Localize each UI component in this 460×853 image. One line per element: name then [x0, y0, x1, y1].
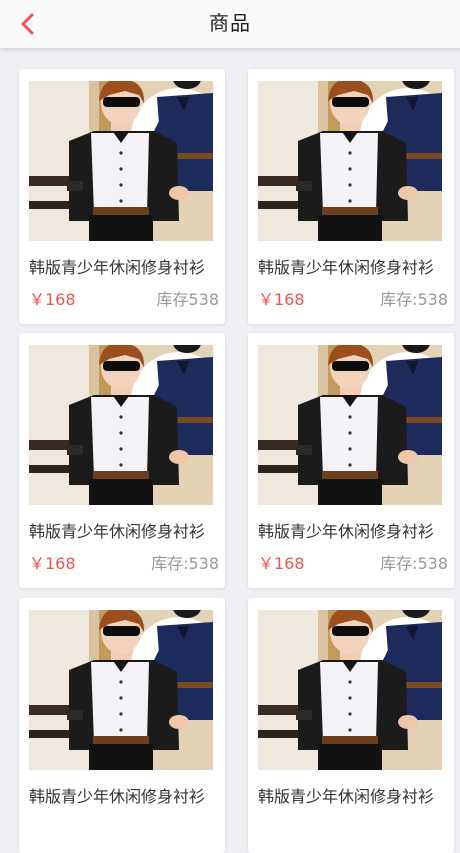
product-card[interactable]: 韩版青少年休闲修身衬衫 ￥168 库存538: [19, 69, 225, 324]
product-name: 韩版青少年休闲修身衬衫: [258, 258, 435, 277]
product-name: 韩版青少年休闲修身衬衫: [258, 787, 435, 806]
product-photo[interactable]: [258, 345, 442, 505]
product-price: ￥168: [29, 290, 76, 309]
product-stock: 库存:538: [151, 554, 219, 573]
product-price: ￥168: [258, 554, 305, 573]
product-name: 韩版青少年休闲修身衬衫: [29, 258, 206, 277]
product-card[interactable]: 韩版青少年休闲修身衬衫: [248, 598, 454, 853]
product-photo[interactable]: [258, 81, 442, 241]
product-stock: 库存:538: [380, 290, 448, 309]
product-card[interactable]: 韩版青少年休闲修身衬衫: [19, 598, 225, 853]
product-card[interactable]: 韩版青少年休闲修身衬衫 ￥168 库存:538: [248, 333, 454, 588]
product-card[interactable]: 韩版青少年休闲修身衬衫 ￥168 库存:538: [248, 69, 454, 324]
product-price: ￥168: [29, 554, 76, 573]
product-name: 韩版青少年休闲修身衬衫: [29, 787, 206, 806]
product-price: ￥168: [258, 290, 305, 309]
product-photo[interactable]: [29, 345, 213, 505]
product-name: 韩版青少年休闲修身衬衫: [29, 522, 206, 541]
product-card[interactable]: 韩版青少年休闲修身衬衫 ￥168 库存:538: [19, 333, 225, 588]
page-title: 商品: [209, 11, 251, 35]
product-stock: 库存:538: [380, 554, 448, 573]
product-stock: 库存538: [156, 290, 219, 309]
product-photo[interactable]: [29, 81, 213, 241]
product-name: 韩版青少年休闲修身衬衫: [258, 522, 435, 541]
app-header: 商品: [0, 0, 460, 48]
product-photo[interactable]: [29, 610, 213, 770]
product-photo[interactable]: [258, 610, 442, 770]
